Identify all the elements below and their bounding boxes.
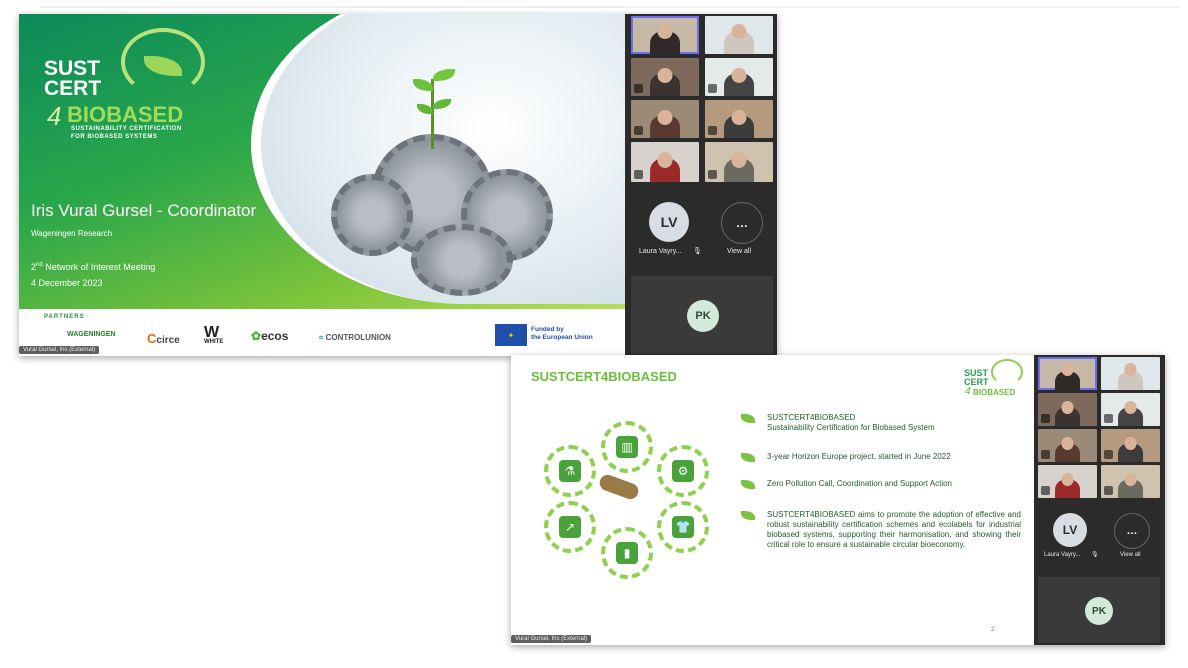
participant-tile-pk[interactable]: PK [1038, 577, 1160, 643]
partner-wageningen: WAGENINGEN [67, 331, 116, 338]
leaf-bullet-icon [741, 480, 755, 489]
logo-biobased: BIOBASED [67, 102, 184, 127]
mic-muted-icon [1041, 486, 1050, 495]
mic-muted-icon [634, 84, 643, 93]
logo-tagline-2: FOR BIOBASED SYSTEMS [71, 134, 158, 140]
participant-tile[interactable] [631, 58, 699, 96]
mic-muted-icon: 🎙 [693, 248, 702, 255]
bullet-item: 3-year Horizon Europe project, started i… [741, 452, 1021, 464]
view-all-label[interactable]: View all [727, 248, 751, 255]
participant-avatar-pk: PK [687, 300, 719, 332]
mic-muted-icon [1041, 414, 1050, 423]
partner-circe: Ccirce [147, 331, 180, 346]
white-logo-icon: W [204, 324, 220, 341]
bullet-text: SUSTCERT4BIOBASED [767, 413, 856, 422]
meeting-date: 4 December 2023 [31, 278, 103, 288]
bullet-text: 3-year Horizon Europe project, started i… [767, 452, 951, 461]
participant-tile[interactable] [1038, 357, 1097, 390]
view-all-label[interactable]: View all [1120, 552, 1141, 558]
top-divider [40, 6, 1180, 8]
gear-icon [411, 224, 513, 296]
participant-avatar-pk: PK [1085, 597, 1113, 625]
meeting-name: Network of Interest Meeting [42, 262, 156, 272]
partner-controlunion: ≈ CONTROLUNION [319, 333, 391, 342]
logo-cert: CERT [44, 77, 102, 100]
eu-flag-icon: ✦ [495, 324, 527, 346]
bullet-item: SUSTCERT4BIOBASED Sustainability Certifi… [741, 413, 1021, 437]
mic-muted-icon [1104, 414, 1113, 423]
leaf-bullet-icon [741, 511, 755, 520]
gear-icon: ⚙ [657, 445, 709, 497]
mic-muted-icon [708, 84, 717, 93]
logo-tagline-1: SUSTAINABILITY CERTIFICATION [71, 126, 182, 132]
mic-muted-icon [1041, 450, 1050, 459]
gear-icon [331, 174, 413, 256]
participant-tile[interactable] [705, 100, 773, 138]
meeting-title: 2nd Network of Interest Meeting [31, 262, 155, 272]
meeting-screenshot-title-slide: SUST CERT 4 BIOBASED SUSTAINABILITY CERT… [19, 14, 777, 356]
mic-muted-icon [634, 170, 643, 179]
mic-muted-icon [1104, 486, 1113, 495]
eu-funding-text: Funded by the European Union [531, 326, 593, 341]
participant-tile-pk[interactable]: PK [631, 276, 773, 354]
participant-tile[interactable] [1101, 429, 1160, 462]
participant-tile[interactable] [631, 16, 699, 54]
participant-tile[interactable] [1101, 465, 1160, 498]
plant-icon [413, 59, 455, 149]
partners-heading: PARTNERS [44, 314, 85, 320]
bullet-item: SUSTCERT4BIOBASED aims to promote the ad… [741, 510, 1021, 582]
participant-avatar-lv[interactable]: LV [649, 202, 689, 242]
bullet-subtext: Sustainability Certification for Biobase… [767, 423, 935, 432]
mic-muted-icon [708, 126, 717, 135]
participant-tile[interactable] [1101, 393, 1160, 426]
flask-icon: ⚗ [544, 445, 596, 497]
factory-icon: ▥ [601, 421, 653, 473]
shirt-icon: 👕 [657, 501, 709, 553]
participant-tile[interactable] [1038, 465, 1097, 498]
participant-tile[interactable] [631, 100, 699, 138]
more-participants-button[interactable]: … [721, 202, 763, 244]
participant-tile[interactable] [1038, 429, 1097, 462]
speaker-name-bar: Vural Gursel, Iris (External) [19, 346, 100, 354]
participant-tile[interactable] [705, 16, 773, 54]
meeting-screenshot-overview-slide: SUSTCERT4BIOBASED SUST CERT 4 BIOBASED ▥… [511, 355, 1165, 645]
slide-title: SUSTCERT4BIOBASED [531, 369, 677, 384]
bottle-icon: ▮ [601, 527, 653, 579]
participant-name-label: Laura Vayry... [639, 248, 682, 255]
meeting-ordinal: nd [36, 262, 43, 268]
partner-white: W WHITE [204, 324, 224, 346]
bullet-text: Zero Pollution Call, Coordination and Su… [767, 479, 952, 488]
participants-panel: LV Laura Vayry... 🎙 … View all PK [1034, 355, 1165, 645]
shared-slide: SUSTCERT4BIOBASED SUST CERT 4 BIOBASED ▥… [511, 355, 1034, 645]
leaf-bullet-icon [741, 414, 755, 423]
logo-digit: 4 [47, 101, 62, 131]
participant-avatar-lv[interactable]: LV [1053, 513, 1087, 547]
participant-tile[interactable] [1101, 357, 1160, 390]
presenter-name: Iris Vural Gursel - Coordinator [31, 201, 257, 220]
growth-chart-icon: ↗ [544, 501, 596, 553]
speaker-name-bar: Vural Gursel, Iris (External) [511, 635, 592, 643]
mic-muted-icon [708, 170, 717, 179]
participant-tile[interactable] [705, 58, 773, 96]
participant-tile[interactable] [705, 142, 773, 182]
leaf-bullet-icon [741, 453, 755, 462]
bullet-item: Zero Pollution Call, Coordination and Su… [741, 479, 1021, 491]
slide-page-number: 2 [991, 627, 995, 633]
more-participants-button[interactable]: … [1114, 513, 1150, 549]
mic-muted-icon [1104, 450, 1113, 459]
participant-tile[interactable] [631, 142, 699, 182]
bullet-text: SUSTCERT4BIOBASED aims to promote the ad… [767, 510, 1021, 549]
logo-sust: SUST [44, 57, 101, 80]
participant-tile[interactable] [1038, 393, 1097, 426]
mic-muted-icon [634, 126, 643, 135]
shared-slide: SUST CERT 4 BIOBASED SUSTAINABILITY CERT… [19, 14, 625, 356]
participants-panel: LV Laura Vayry... 🎙 … View all PK [625, 14, 777, 356]
logo-leaf-icon [991, 359, 1023, 385]
stamp-icon [597, 472, 641, 502]
partner-ecos: ✿ecos [251, 329, 289, 343]
mic-muted-icon: 🎙 [1091, 552, 1099, 558]
participant-name-label: Laura Vayry... [1044, 552, 1081, 558]
presenter-organisation: Wageningen Research [31, 229, 113, 238]
